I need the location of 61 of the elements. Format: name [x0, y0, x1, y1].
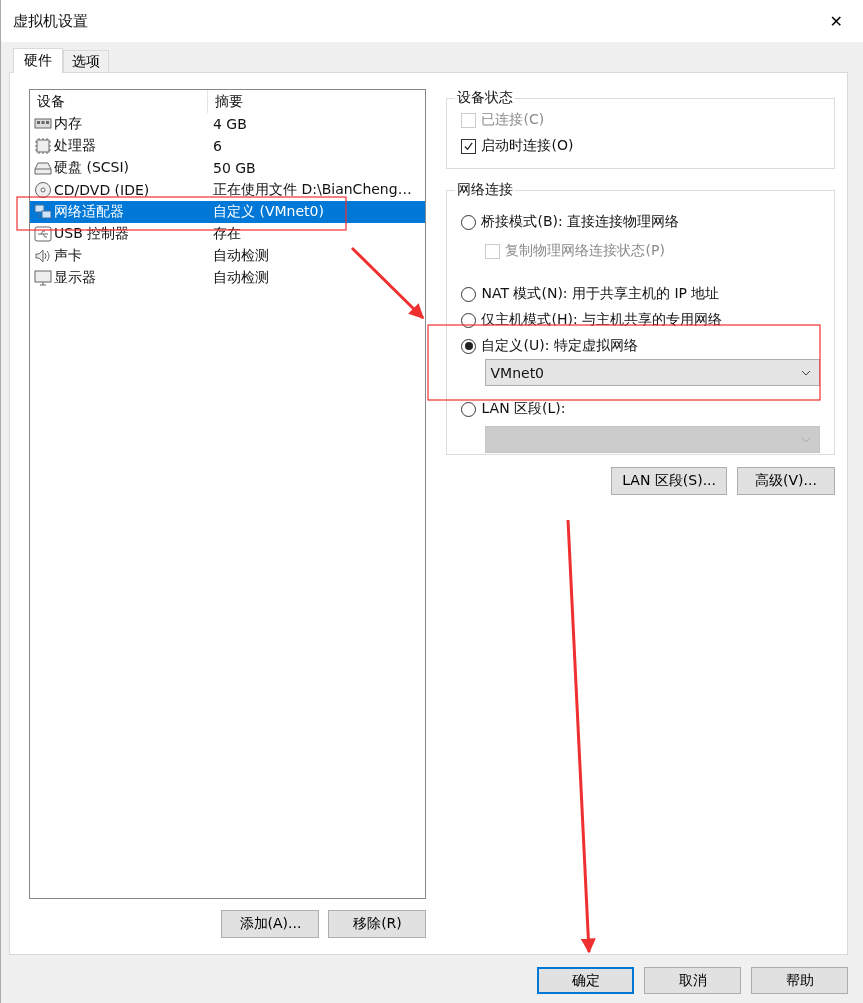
tab[interactable]: 选项 — [63, 50, 109, 72]
device-name: USB 控制器 — [54, 225, 131, 243]
device-name: 内存 — [54, 115, 83, 133]
radio-button[interactable] — [461, 338, 477, 354]
dialog-button[interactable]: 确定 — [537, 967, 634, 994]
network-button[interactable]: 高级(V)... — [737, 467, 835, 495]
device-name: 网络适配器 — [54, 203, 125, 221]
device-row[interactable]: 处理器 6 — [30, 135, 426, 157]
radio-label: 桥接模式(B): 直接连接物理网络 — [481, 213, 680, 231]
checkbox[interactable] — [461, 138, 477, 154]
window-title: 虚拟机设置 — [13, 11, 88, 31]
list-button[interactable]: 添加(A)... — [221, 910, 320, 938]
radio-label: 仅主机模式(H): 与主机共享的专用网络 — [481, 311, 723, 329]
device-name: 声卡 — [54, 247, 83, 265]
device-summary: 6 — [213, 138, 222, 154]
column-header[interactable]: 设备 — [30, 90, 208, 113]
dialog-button[interactable]: 取消 — [644, 967, 741, 994]
checkbox-label: 启动时连接(O) — [481, 137, 574, 155]
chevron-icon — [801, 369, 811, 376]
device-row[interactable]: CD/DVD (IDE) 正在使用文件 D:\BianCheng… — [30, 179, 426, 201]
device-summary: 自动检测 — [213, 269, 269, 287]
chevron-icon — [801, 436, 811, 443]
network-icon — [34, 203, 52, 221]
group-title: 设备状态 — [456, 89, 515, 107]
column-header[interactable]: 摘要 — [208, 90, 243, 113]
device-summary: 4 GB — [213, 116, 247, 132]
list-button[interactable]: 移除(R) — [328, 910, 427, 938]
dropdown[interactable]: VMnet0 — [485, 359, 820, 386]
device-summary: 自定义 (VMnet0) — [213, 203, 324, 221]
monitor-icon — [34, 269, 52, 287]
device-name: 处理器 — [54, 137, 97, 155]
chip-icon — [34, 137, 52, 155]
radio-label: NAT 模式(N): 用于共享主机的 IP 地址 — [481, 285, 720, 303]
device-name: CD/DVD (IDE) — [54, 182, 151, 198]
device-name: 显示器 — [54, 269, 97, 287]
tab[interactable]: 硬件 — [13, 48, 63, 73]
device-name: 硬盘 (SCSI) — [54, 159, 131, 177]
radio-label: 自定义(U): 特定虚拟网络 — [481, 337, 638, 355]
device-row[interactable]: 硬盘 (SCSI) 50 GB — [30, 157, 426, 179]
close-button[interactable]: ✕ — [821, 7, 851, 35]
device-row[interactable]: 网络适配器 自定义 (VMnet0) — [30, 201, 426, 223]
speaker-icon — [34, 247, 52, 265]
disc-icon — [34, 181, 52, 199]
radio-button[interactable] — [461, 214, 477, 230]
device-summary: 50 GB — [213, 160, 256, 176]
network-button[interactable]: LAN 区段(S)... — [611, 467, 727, 495]
radio-button[interactable] — [461, 286, 477, 302]
radio-label: LAN 区段(L): — [481, 400, 566, 418]
device-row[interactable]: 内存 4 GB — [30, 113, 426, 135]
device-summary: 存在 — [213, 225, 241, 243]
device-summary: 正在使用文件 D:\BianCheng… — [213, 181, 412, 199]
device-row[interactable]: 显示器 自动检测 — [30, 267, 426, 289]
checkbox-label: 复制物理网络连接状态(P) — [505, 242, 665, 260]
drive-icon — [34, 159, 52, 177]
device-summary: 自动检测 — [213, 247, 269, 265]
group-title: 网络连接 — [456, 181, 515, 199]
dialog-button[interactable]: 帮助 — [751, 967, 848, 994]
device-row[interactable]: 声卡 自动检测 — [30, 245, 426, 267]
device-row[interactable]: USB 控制器 存在 — [30, 223, 426, 245]
radio-button[interactable] — [461, 401, 477, 417]
checkbox-label: 已连接(C) — [481, 111, 545, 129]
